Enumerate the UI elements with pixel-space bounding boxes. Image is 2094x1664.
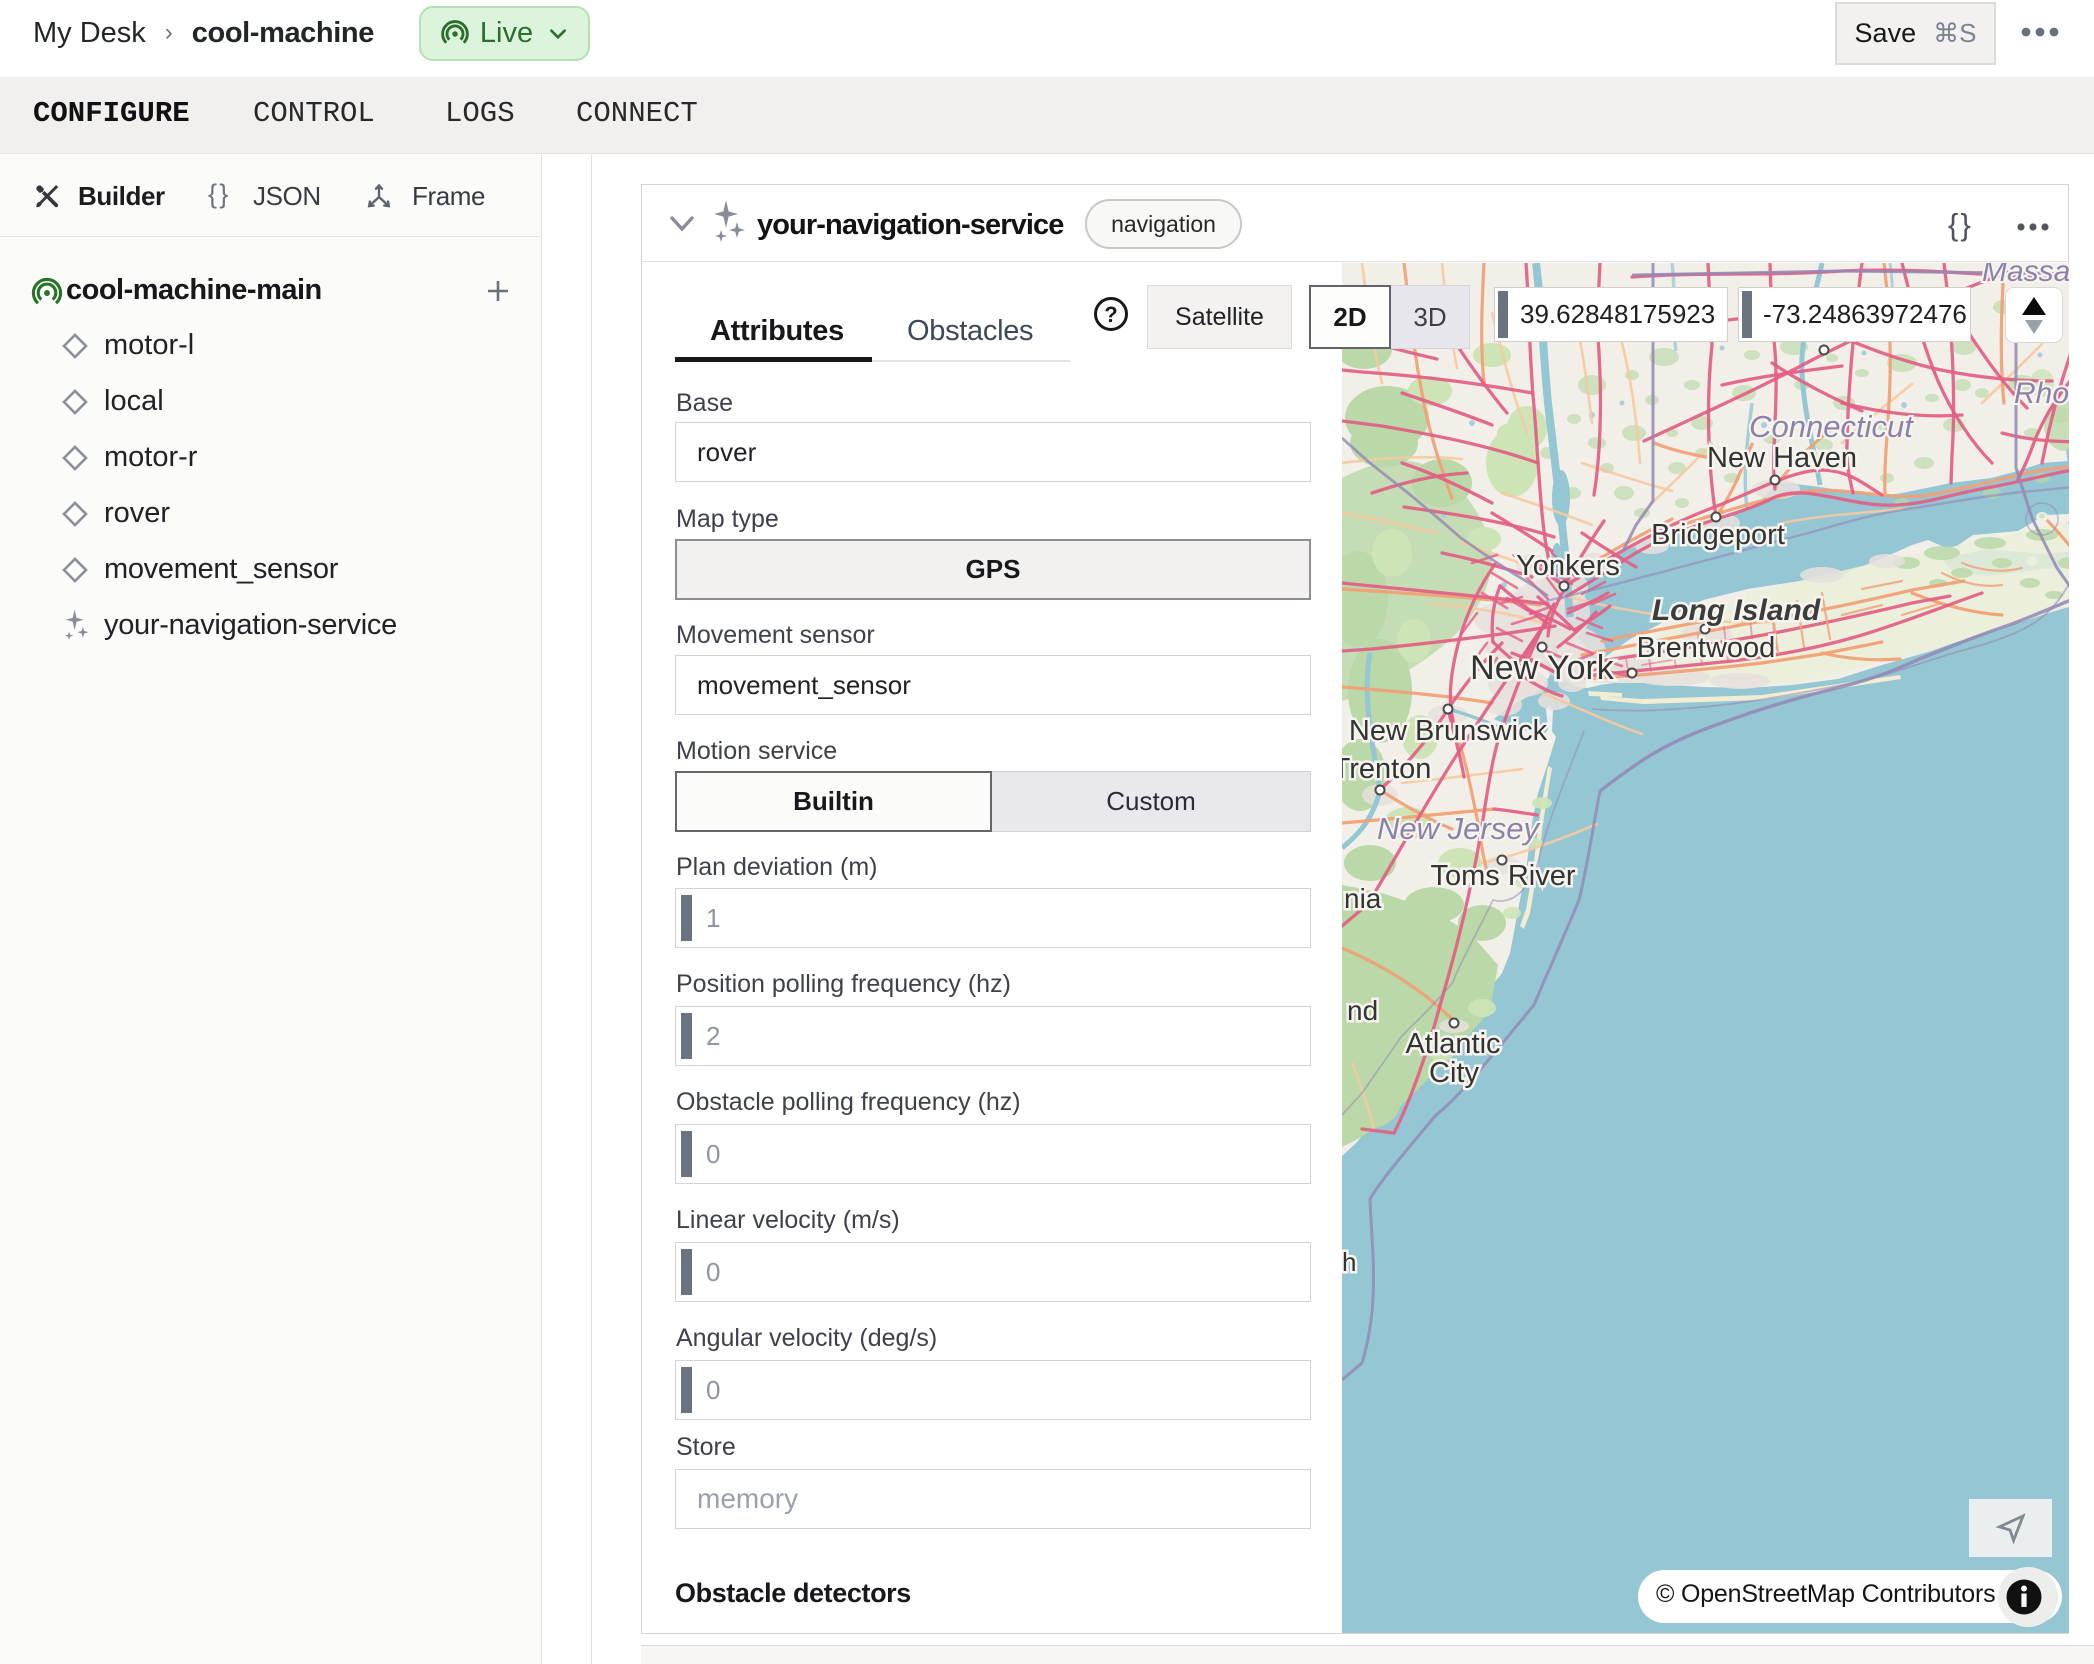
svg-text:New York: New York bbox=[1470, 649, 1615, 687]
svg-text:nd: nd bbox=[1347, 995, 1378, 1026]
svg-text:Atlantic: Atlantic bbox=[1405, 1028, 1500, 1060]
svg-text:Massachu: Massachu bbox=[1982, 263, 2069, 288]
svg-text:Connecticut: Connecticut bbox=[1749, 409, 1914, 444]
svg-text:Toms River: Toms River bbox=[1430, 860, 1575, 892]
svg-text:nia: nia bbox=[1344, 883, 1382, 914]
svg-text:City: City bbox=[1429, 1057, 1479, 1089]
svg-text:Bridgeport: Bridgeport bbox=[1651, 519, 1785, 551]
svg-text:Trenton: Trenton bbox=[1342, 753, 1431, 785]
svg-text:New Brunswick: New Brunswick bbox=[1349, 715, 1548, 747]
svg-text:h: h bbox=[1342, 1247, 1356, 1277]
svg-text:?: ? bbox=[1104, 302, 1117, 327]
svg-text:Rhode: Rhode bbox=[2014, 377, 2069, 410]
svg-text:New Jersey: New Jersey bbox=[1377, 811, 1541, 846]
svg-text:New Haven: New Haven bbox=[1707, 442, 1857, 474]
svg-text:Yonkers: Yonkers bbox=[1516, 550, 1620, 582]
svg-text:Brentwood: Brentwood bbox=[1637, 632, 1776, 664]
svg-text:Long Island: Long Island bbox=[1652, 594, 1821, 627]
